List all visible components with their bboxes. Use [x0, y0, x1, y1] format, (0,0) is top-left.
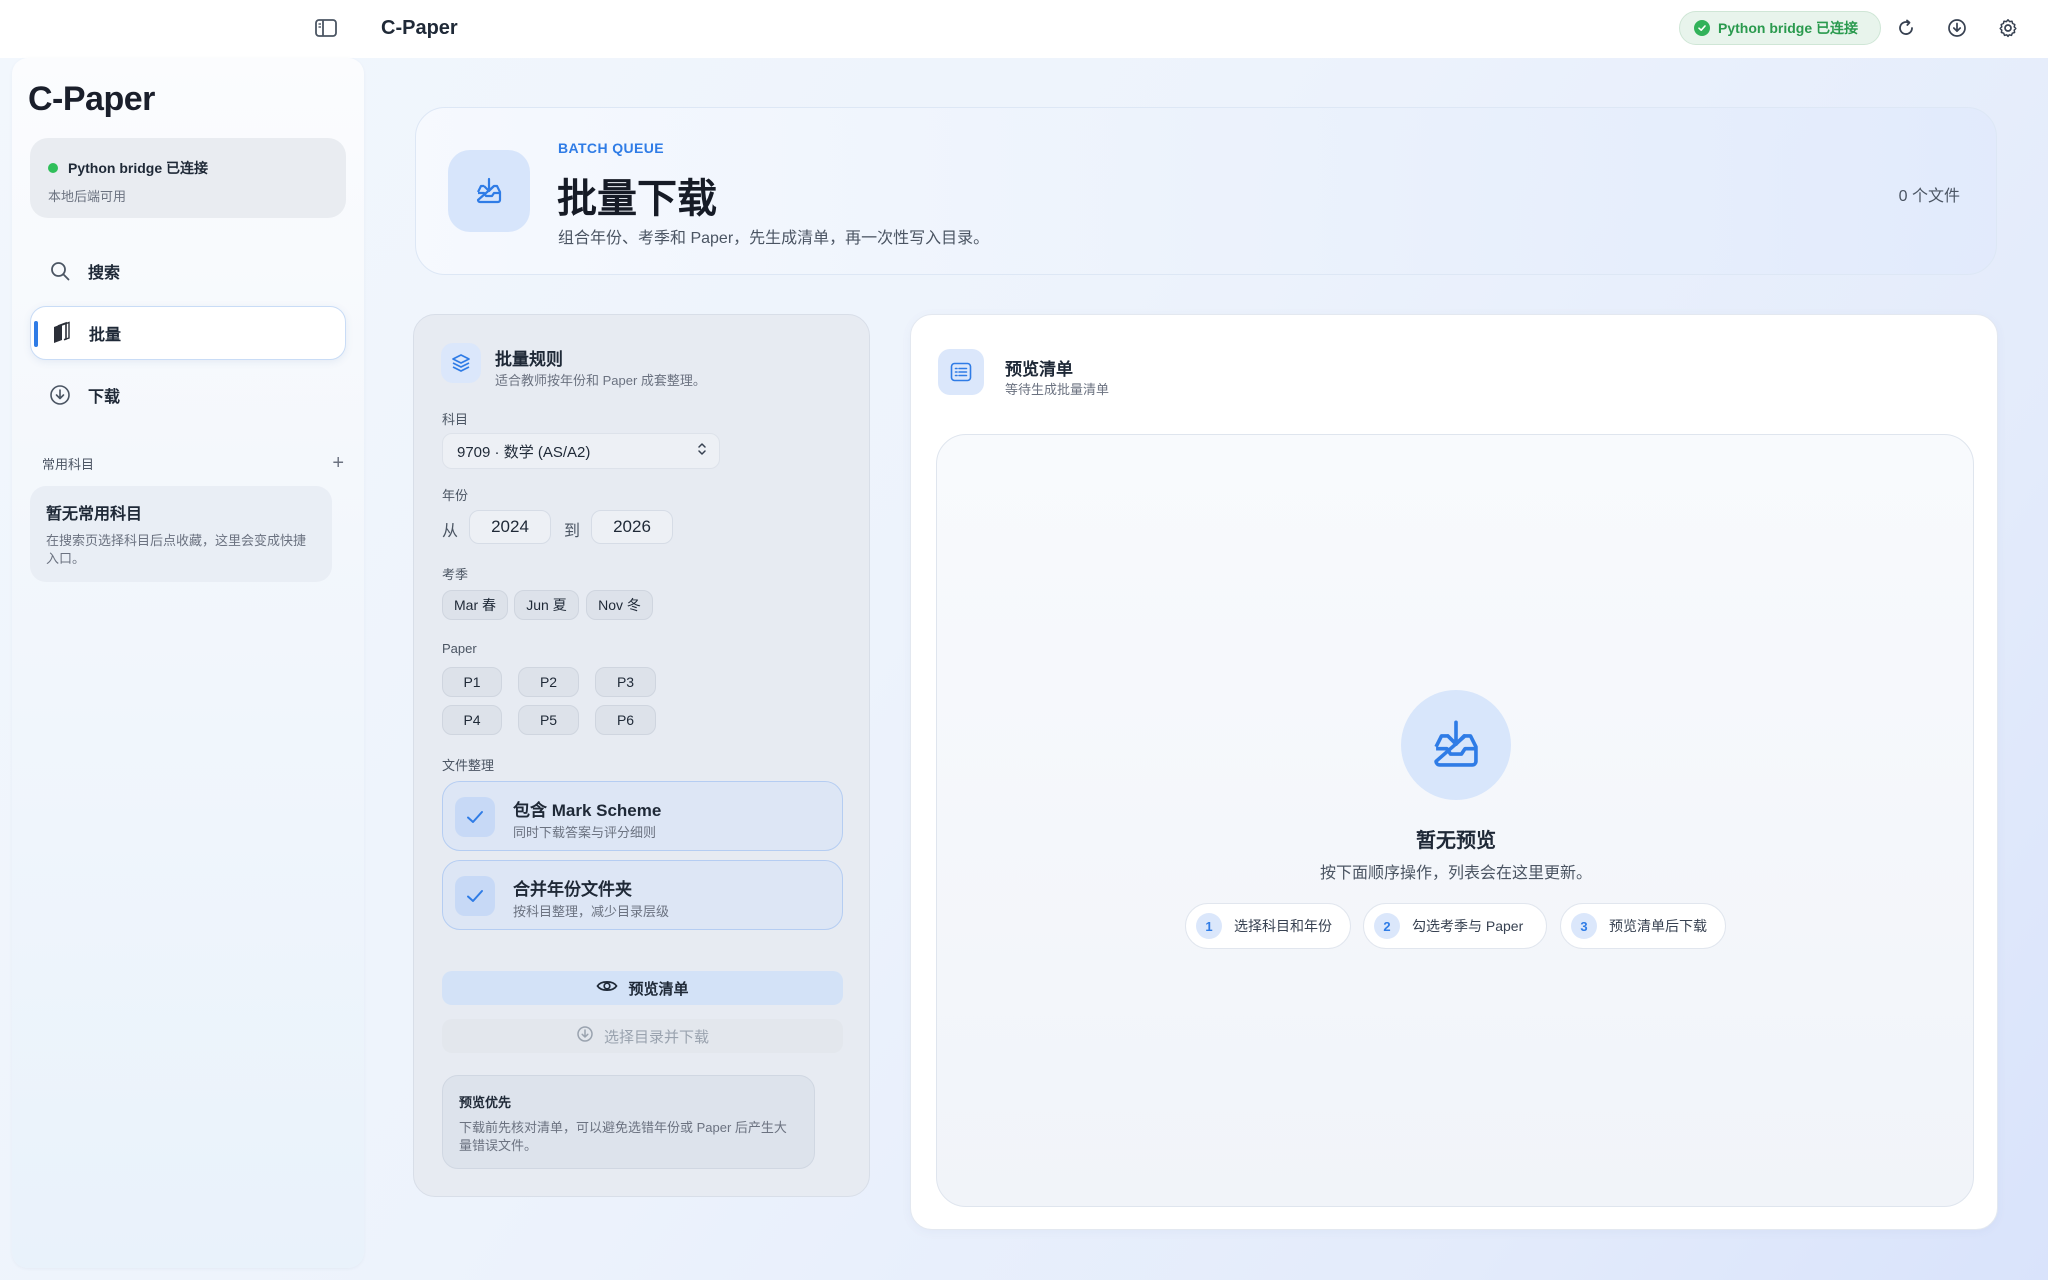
preview-empty-state: 暂无预览 按下面顺序操作，列表会在这里更新。 1 选择科目和年份 2 勾选考季与…	[936, 434, 1974, 1207]
paper-chip-p2[interactable]: P2	[518, 667, 579, 697]
paper-chip-p1[interactable]: P1	[442, 667, 502, 697]
bridge-status-text: Python bridge 已连接	[1718, 20, 1858, 36]
window-title: C-Paper	[381, 17, 458, 39]
sidebar-item-label: 下载	[88, 389, 121, 406]
bridge-card-status: Python bridge 已连接	[68, 160, 208, 176]
preview-subtitle: 等待生成批量清单	[1005, 382, 1110, 397]
sidebar-item-label: 搜索	[88, 265, 121, 282]
chevron-updown-icon	[697, 442, 707, 460]
check-icon	[455, 876, 495, 916]
paper-chip-p4[interactable]: P4	[442, 705, 502, 735]
step-pill: 3 预览清单后下载	[1560, 903, 1726, 949]
step-number: 3	[1571, 913, 1597, 939]
sidebar-item-label: 批量	[89, 327, 122, 344]
rules-title: 批量规则	[495, 350, 563, 369]
favorites-title: 常用科目	[42, 456, 95, 472]
preview-tip-card: 预览优先 下载前先核对清单，可以避免选错年份或 Paper 后产生大量错误文件。	[442, 1075, 815, 1169]
download-button-label: 选择目录并下载	[603, 1028, 709, 1046]
toggle-title: 合并年份文件夹	[513, 880, 632, 899]
paper-chip-p5[interactable]: P5	[518, 705, 579, 735]
file-count: 0 个文件	[1898, 188, 1960, 205]
download-icon[interactable]	[1945, 16, 1969, 40]
sidebar: C-Paper Python bridge 已连接 本地后端可用 搜索 批量 下…	[12, 58, 364, 1268]
add-favorite-button[interactable]: +	[332, 453, 344, 473]
inbox-download-icon	[448, 150, 530, 232]
eye-icon	[596, 979, 618, 997]
step-label: 勾选考季与 Paper	[1412, 918, 1524, 934]
sidebar-item-download[interactable]: 下载	[30, 368, 346, 422]
toggle-title: 包含 Mark Scheme	[513, 801, 662, 820]
list-icon	[938, 349, 984, 395]
subject-select[interactable]: 9709 · 数学 (AS/A2)	[442, 433, 720, 469]
paper-chip-p3[interactable]: P3	[595, 667, 656, 697]
empty-title: 暂无预览	[1416, 830, 1496, 852]
check-icon	[455, 797, 495, 837]
sidebar-item-batch[interactable]: 批量	[30, 306, 346, 360]
choose-dir-download-button[interactable]: 选择目录并下载	[442, 1019, 843, 1053]
paper-label: Paper	[442, 641, 477, 656]
step-pill: 2 勾选考季与 Paper	[1363, 903, 1547, 949]
download-circle-icon	[576, 1025, 594, 1047]
merge-year-folder-toggle[interactable]: 合并年份文件夹 按科目整理，减少目录层级	[442, 860, 843, 930]
year-label: 年份	[442, 488, 469, 503]
preview-button-label: 预览清单	[628, 980, 689, 998]
rules-subtitle: 适合教师按年份和 Paper 成套整理。	[495, 373, 706, 388]
layers-icon	[441, 343, 481, 383]
preview-panel: 预览清单 等待生成批量清单 暂无预览 按下面顺序操作，列表会在这里更新。 1 选…	[910, 314, 1998, 1230]
app-logo: C-Paper	[28, 80, 155, 118]
year-to-label: 到	[564, 523, 581, 540]
settings-icon[interactable]	[1996, 16, 2020, 40]
page-eyebrow: BATCH QUEUE	[558, 140, 665, 156]
search-icon	[48, 259, 72, 283]
inbox-download-icon	[1401, 690, 1511, 800]
favorites-header: 常用科目 +	[42, 453, 344, 473]
step-label: 选择科目和年份	[1234, 918, 1332, 934]
favorites-empty-card: 暂无常用科目 在搜索页选择科目后点收藏，这里会变成快捷入口。	[30, 486, 332, 582]
subject-label: 科目	[442, 412, 469, 427]
organize-label: 文件整理	[442, 758, 495, 773]
empty-description: 按下面顺序操作，列表会在这里更新。	[1319, 865, 1592, 882]
download-circle-icon	[48, 383, 72, 407]
tip-title: 预览优先	[459, 1095, 512, 1110]
sidebar-item-search[interactable]: 搜索	[30, 244, 346, 298]
favorites-empty-desc: 在搜索页选择科目后点收藏，这里会变成快捷入口。	[46, 533, 307, 566]
season-chip-nov[interactable]: Nov 冬	[586, 590, 653, 620]
season-chip-mar[interactable]: Mar 春	[442, 590, 508, 620]
year-from-label: 从	[442, 523, 459, 540]
season-label: 考季	[442, 567, 469, 582]
subject-value: 9709 · 数学 (AS/A2)	[457, 443, 591, 461]
paper-chip-p6[interactable]: P6	[595, 705, 656, 735]
sidebar-toggle-icon[interactable]	[314, 18, 338, 38]
bridge-status-pill[interactable]: Python bridge 已连接	[1679, 11, 1881, 45]
year-from-input[interactable]: 2024	[469, 510, 551, 544]
bridge-card-sub: 本地后端可用	[48, 189, 127, 204]
status-dot-icon	[48, 163, 58, 173]
mark-scheme-toggle[interactable]: 包含 Mark Scheme 同时下载答案与评分细则	[442, 781, 843, 851]
toggle-subtitle: 按科目整理，减少目录层级	[513, 904, 670, 919]
refresh-icon[interactable]	[1894, 16, 1918, 40]
preview-title: 预览清单	[1005, 360, 1073, 379]
step-label: 预览清单后下载	[1609, 918, 1707, 934]
bridge-status-card: Python bridge 已连接 本地后端可用	[30, 138, 346, 218]
check-circle-icon	[1694, 20, 1710, 36]
page-header-card: BATCH QUEUE 批量下载 组合年份、考季和 Paper，先生成清单，再一…	[415, 107, 1997, 275]
active-indicator	[34, 321, 38, 347]
batch-rules-panel: 批量规则 适合教师按年份和 Paper 成套整理。 科目 9709 · 数学 (…	[413, 314, 870, 1197]
step-number: 2	[1374, 913, 1400, 939]
favorites-empty-title: 暂无常用科目	[46, 506, 143, 523]
page-description: 组合年份、考季和 Paper，先生成清单，再一次性写入目录。	[558, 230, 990, 247]
titlebar: C-Paper Python bridge 已连接	[0, 0, 2048, 58]
tip-description: 下载前先核对清单，可以避免选错年份或 Paper 后产生大量错误文件。	[459, 1120, 787, 1153]
step-number: 1	[1196, 913, 1222, 939]
year-to-input[interactable]: 2026	[591, 510, 673, 544]
toggle-subtitle: 同时下载答案与评分细则	[513, 825, 657, 840]
page-title: 批量下载	[557, 177, 717, 221]
step-pill: 1 选择科目和年份	[1185, 903, 1351, 949]
batch-icon	[49, 321, 73, 345]
preview-list-button[interactable]: 预览清单	[442, 971, 843, 1005]
season-chip-jun[interactable]: Jun 夏	[514, 590, 579, 620]
